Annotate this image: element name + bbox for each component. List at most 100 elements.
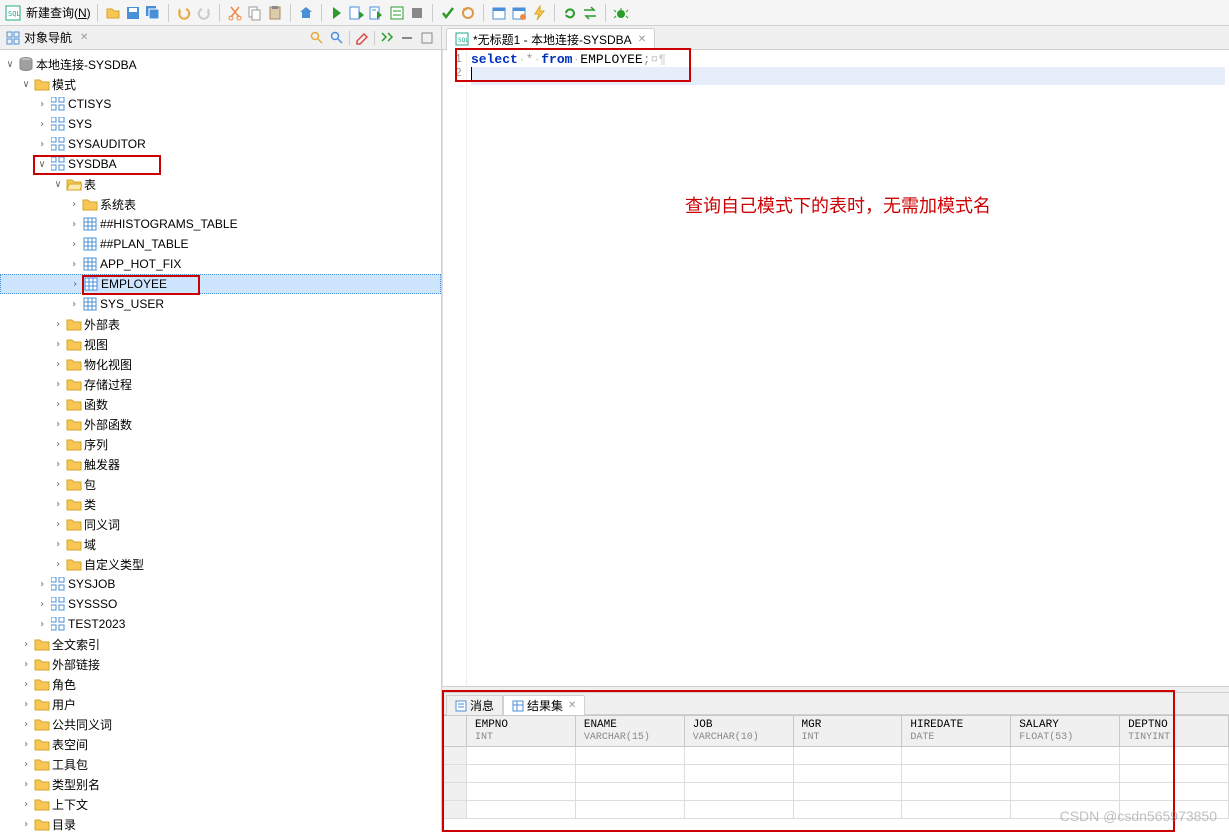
tree-node-dblink[interactable]: ›外部链接 [0, 654, 441, 674]
folder-icon [66, 336, 82, 352]
edit-icon[interactable] [354, 30, 370, 46]
minimize-icon[interactable] [399, 30, 415, 46]
copy-icon[interactable] [246, 4, 264, 22]
redo-icon[interactable] [195, 4, 213, 22]
tree-node-sysauditor[interactable]: ›SYSAUDITOR [0, 134, 441, 154]
tree-node-systemtables[interactable]: ›系统表 [0, 194, 441, 214]
explain-plan-icon[interactable] [388, 4, 406, 22]
tree-node-directories[interactable]: ›目录 [0, 814, 441, 832]
cut-icon[interactable] [226, 4, 244, 22]
tree-node-tablespaces[interactable]: ›表空间 [0, 734, 441, 754]
tree-node-extfuncs[interactable]: ›外部函数 [0, 414, 441, 434]
column-header[interactable]: EMPNOINT [467, 716, 576, 747]
stop-icon[interactable] [408, 4, 426, 22]
commit-icon[interactable] [439, 4, 457, 22]
tree-node-trig[interactable]: ›触发器 [0, 454, 441, 474]
tree-node-schema-root[interactable]: ∨模式 [0, 74, 441, 94]
save-all-icon[interactable] [144, 4, 162, 22]
tree-node-fulltext[interactable]: ›全文索引 [0, 634, 441, 654]
expand-all-icon[interactable] [379, 30, 395, 46]
save-icon[interactable] [124, 4, 142, 22]
refresh-icon[interactable] [561, 4, 579, 22]
table-row[interactable] [443, 747, 1229, 765]
object-tree[interactable]: ∨本地连接-SYSDBA ∨模式 ›CTISYS ›SYS ›SYSAUDITO… [0, 50, 441, 832]
undo-icon[interactable] [175, 4, 193, 22]
folder-icon [66, 496, 82, 512]
tree-node-sysjob[interactable]: ›SYSJOB [0, 574, 441, 594]
tree-node-hist[interactable]: ›##HISTOGRAMS_TABLE [0, 214, 441, 234]
find2-icon[interactable] [329, 30, 345, 46]
tree-node-procs[interactable]: ›存储过程 [0, 374, 441, 394]
rollback-icon[interactable] [459, 4, 477, 22]
column-header[interactable]: HIREDATEDATE [902, 716, 1011, 747]
folder-icon [66, 416, 82, 432]
open-icon[interactable] [104, 4, 122, 22]
editor-gutter: 12 [443, 50, 467, 686]
folder-icon [34, 696, 50, 712]
close-tab-icon[interactable]: ✕ [568, 700, 576, 711]
tree-node-ctisys[interactable]: ›CTISYS [0, 94, 441, 114]
tree-node-pubsyn[interactable]: ›公共同义词 [0, 714, 441, 734]
debug-icon[interactable] [612, 4, 630, 22]
tree-node-users[interactable]: ›用户 [0, 694, 441, 714]
table-row[interactable] [443, 765, 1229, 783]
table-row[interactable] [443, 801, 1229, 819]
tree-node-hotfix[interactable]: ›APP_HOT_FIX [0, 254, 441, 274]
sql-editor[interactable]: 12 select·*·from·EMPLOYEE;¤¶ 查询自己模式下的表时，… [442, 50, 1229, 686]
maximize-icon[interactable] [419, 30, 435, 46]
lightning-icon[interactable] [530, 4, 548, 22]
tree-node-sysuser[interactable]: ›SYS_USER [0, 294, 441, 314]
tree-node-roles[interactable]: ›角色 [0, 674, 441, 694]
tree-node-tables[interactable]: ∨表 [0, 174, 441, 194]
run-script-icon[interactable] [348, 4, 366, 22]
tree-node-plan[interactable]: ›##PLAN_TABLE [0, 234, 441, 254]
sql-code[interactable]: select·*·from·EMPLOYEE;¤¶ [467, 50, 1229, 686]
tree-node-syssso[interactable]: ›SYSSSO [0, 594, 441, 614]
close-tab-icon[interactable]: ✕ [80, 32, 88, 43]
tree-node-ctype[interactable]: ›自定义类型 [0, 554, 441, 574]
folder-icon [66, 556, 82, 572]
column-header[interactable]: SALARYFLOAT(53) [1011, 716, 1120, 747]
tree-node-exttables[interactable]: ›外部表 [0, 314, 441, 334]
tree-node-funcs[interactable]: ›函数 [0, 394, 441, 414]
tree-node-syn[interactable]: ›同义词 [0, 514, 441, 534]
tree-node-contexts[interactable]: ›上下文 [0, 794, 441, 814]
find-icon[interactable] [309, 30, 325, 46]
messages-tab[interactable]: 消息 [446, 695, 503, 715]
transfer-icon[interactable] [581, 4, 599, 22]
calendar-icon[interactable] [490, 4, 508, 22]
run-selected-icon[interactable] [368, 4, 386, 22]
tree-node-dom[interactable]: ›域 [0, 534, 441, 554]
folder-icon [66, 376, 82, 392]
run-icon[interactable] [328, 4, 346, 22]
tree-node-sysdba[interactable]: ∨SYSDBA [0, 154, 441, 174]
new-query-button[interactable]: 新建查询(N) [26, 4, 91, 21]
column-header[interactable]: ENAMEVARCHAR(15) [575, 716, 684, 747]
navigator-tab[interactable]: 对象导航 ✕ [6, 29, 88, 46]
home-icon[interactable] [297, 4, 315, 22]
tree-node-class[interactable]: ›类 [0, 494, 441, 514]
tree-node-toolpkg[interactable]: ›工具包 [0, 754, 441, 774]
tree-node-employee[interactable]: ›EMPLOYEE [0, 274, 441, 294]
close-tab-icon[interactable]: ✕ [638, 34, 646, 45]
tree-node-test2023[interactable]: ›TEST2023 [0, 614, 441, 634]
column-header[interactable]: MGRINT [793, 716, 902, 747]
sql-file-icon[interactable]: SQL [4, 4, 22, 22]
tree-node-views[interactable]: ›视图 [0, 334, 441, 354]
calendar2-icon[interactable] [510, 4, 528, 22]
table-row[interactable] [443, 783, 1229, 801]
sql-editor-tab[interactable]: SQL *无标题1 - 本地连接-SYSDBA ✕ [446, 28, 655, 50]
column-header[interactable]: JOBVARCHAR(10) [684, 716, 793, 747]
tree-node-sys[interactable]: ›SYS [0, 114, 441, 134]
resultset-tab[interactable]: 结果集 ✕ [503, 695, 585, 715]
database-icon [18, 56, 34, 72]
column-header[interactable]: DEPTNOTINYINT [1120, 716, 1229, 747]
tree-node-seq[interactable]: ›序列 [0, 434, 441, 454]
paste-icon[interactable] [266, 4, 284, 22]
tree-node-connection[interactable]: ∨本地连接-SYSDBA [0, 54, 441, 74]
tree-node-pkg[interactable]: ›包 [0, 474, 441, 494]
tree-node-mviews[interactable]: ›物化视图 [0, 354, 441, 374]
results-grid[interactable]: EMPNOINTENAMEVARCHAR(15)JOBVARCHAR(10)MG… [442, 715, 1229, 832]
folder-icon [66, 316, 82, 332]
tree-node-typealias[interactable]: ›类型别名 [0, 774, 441, 794]
